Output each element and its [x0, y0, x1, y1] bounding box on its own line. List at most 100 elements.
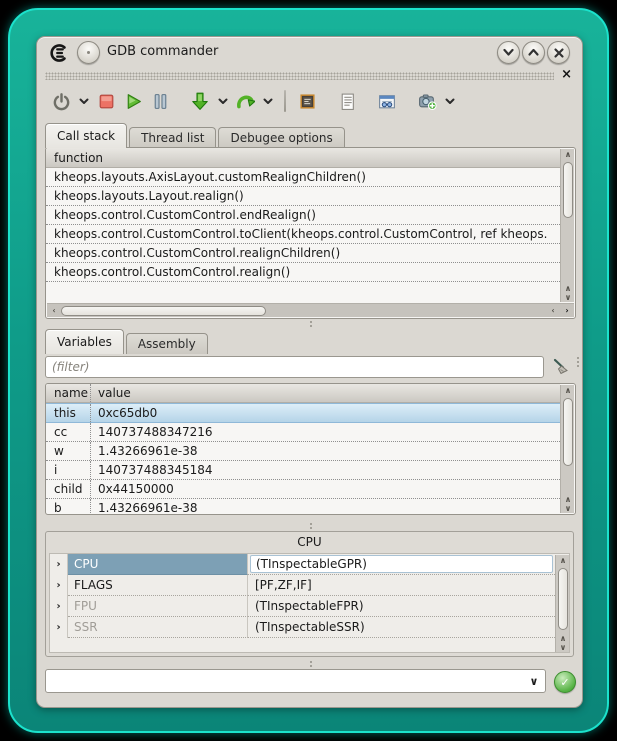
callstack-row[interactable]: kheops.control.CustomControl.toClient(kh… — [46, 225, 560, 244]
scrollbar-thumb[interactable] — [563, 162, 573, 218]
chevron-down-icon — [218, 98, 228, 105]
variable-row[interactable]: this 0xc65db0 — [46, 403, 560, 423]
titlebar[interactable]: GDB commander — [37, 37, 582, 67]
close-window-button[interactable] — [547, 41, 570, 64]
variable-row[interactable]: b 1.43266961e-38 — [46, 499, 560, 515]
variable-row[interactable]: child 0x44150000 — [46, 480, 560, 499]
step-over-button[interactable] — [233, 88, 257, 114]
watch-view-button[interactable] — [375, 88, 399, 114]
register-group-value: (TInspectableSSR) — [248, 617, 555, 638]
run-button[interactable] — [121, 88, 145, 114]
dock-close-icon[interactable]: × — [561, 67, 572, 82]
register-group-value: [PF,ZF,IF] — [248, 575, 555, 596]
camera-plus-icon — [417, 91, 437, 111]
scrollbar-thumb[interactable] — [563, 398, 573, 466]
callstack-column-header[interactable]: function — [46, 148, 560, 168]
cpu-tree-row[interactable]: › FPU (TInspectableFPR) — [50, 596, 569, 617]
chevron-down-icon — [445, 98, 455, 105]
step-over-arrow-icon — [235, 91, 255, 111]
scrollbar-thumb[interactable] — [61, 306, 266, 316]
clear-filter-button[interactable] — [549, 355, 573, 379]
value-editor[interactable]: (TInspectableGPR) — [250, 555, 553, 573]
expander-icon[interactable]: › — [50, 596, 68, 617]
variable-row[interactable]: w 1.43266961e-38 — [46, 442, 560, 461]
gdb-command-input[interactable] — [46, 674, 523, 688]
snapshot-button[interactable] — [415, 88, 439, 114]
scroll-left-icon[interactable]: ‹ — [47, 305, 61, 317]
play-icon — [124, 92, 143, 111]
scroll-up-icon[interactable]: ∧ — [561, 495, 575, 504]
cpu-tree-row[interactable]: › SSR (TInspectableSSR) — [50, 617, 569, 638]
debug-toolbar — [49, 85, 457, 117]
cpu-inspector-group: CPU › CPU (TInspectableGPR) › FLAGS [PF,… — [45, 531, 574, 657]
power-menu-button[interactable] — [76, 88, 91, 114]
callstack-vertical-scrollbar[interactable]: ∧ ∧ ∨ — [560, 149, 574, 302]
splitter-grip[interactable] — [310, 321, 312, 327]
chevron-down-icon — [79, 98, 89, 105]
power-button[interactable] — [49, 88, 73, 114]
variable-row[interactable]: i 140737488345184 — [46, 461, 560, 480]
cpu-tree-row[interactable]: › FLAGS [PF,ZF,IF] — [50, 575, 569, 596]
cpu-chip-icon — [298, 92, 317, 111]
gdb-commander-window: GDB commander × — [36, 36, 583, 708]
callstack-row[interactable]: kheops.layouts.AxisLayout.customRealignC… — [46, 168, 560, 187]
callstack-row[interactable]: kheops.control.CustomControl.endRealign(… — [46, 206, 560, 225]
variable-name: w — [46, 442, 90, 460]
tab-thread-list[interactable]: Thread list — [129, 127, 216, 148]
dock-drag-strip[interactable] — [45, 72, 554, 80]
scroll-left-icon[interactable]: ‹ — [546, 305, 560, 317]
cpu-view-button[interactable] — [295, 88, 319, 114]
splitter-grip[interactable] — [310, 661, 312, 667]
stop-icon — [97, 92, 116, 111]
callstack-row[interactable]: kheops.control.CustomControl.realignChil… — [46, 244, 560, 263]
variables-vertical-scrollbar[interactable]: ∧ ∧ ∨ — [560, 385, 574, 513]
scrollbar-thumb[interactable] — [558, 568, 568, 630]
splitter-grip[interactable] — [310, 523, 312, 529]
tab-debugee-options[interactable]: Debugee options — [218, 127, 344, 148]
scroll-right-icon[interactable]: › — [560, 305, 574, 317]
tab-call-stack[interactable]: Call stack — [45, 123, 127, 148]
splitter-grip[interactable] — [577, 357, 579, 367]
stop-button[interactable] — [94, 88, 118, 114]
callstack-row[interactable]: kheops.control.CustomControl.realign() — [46, 263, 560, 282]
variable-value: 0x44150000 — [90, 480, 560, 498]
name-column-header[interactable]: name — [46, 384, 90, 402]
expander-icon[interactable]: › — [50, 617, 68, 638]
filter-input[interactable] — [45, 356, 544, 378]
snapshot-menu-button[interactable] — [442, 88, 457, 114]
scroll-up-icon[interactable]: ∧ — [556, 555, 570, 567]
tab-variables[interactable]: Variables — [45, 329, 124, 354]
step-over-menu-button[interactable] — [260, 88, 275, 114]
variables-column-header[interactable]: name value — [46, 384, 560, 403]
variables-panel: name value this 0xc65db0 cc 140737488347… — [45, 383, 576, 515]
restore-button[interactable] — [522, 41, 545, 64]
tab-assembly[interactable]: Assembly — [126, 333, 208, 354]
register-group-value: (TInspectableFPR) — [248, 596, 555, 617]
step-menu-button[interactable] — [215, 88, 230, 114]
shade-button[interactable] — [497, 41, 520, 64]
send-command-button[interactable]: ✓ — [554, 671, 576, 693]
scroll-up-icon[interactable]: ∧ — [561, 149, 575, 161]
variable-row[interactable]: cc 140737488347216 — [46, 423, 560, 442]
callstack-horizontal-scrollbar[interactable]: ‹ ‹ › — [47, 303, 574, 317]
gdb-command-combobox[interactable]: ∨ — [45, 669, 546, 693]
scroll-down-icon[interactable]: ∨ — [561, 293, 575, 302]
variables-tabbar: Variables Assembly — [45, 329, 210, 354]
scroll-up-icon[interactable]: ∧ — [561, 284, 575, 293]
scroll-up-icon[interactable]: ∧ — [556, 634, 570, 643]
scroll-down-icon[interactable]: ∨ — [556, 643, 570, 652]
expander-icon[interactable]: › — [50, 554, 68, 575]
document-list-icon — [338, 92, 357, 111]
expander-icon[interactable]: › — [50, 575, 68, 596]
callstack-row[interactable]: kheops.layouts.Layout.realign() — [46, 187, 560, 206]
window-menu-button[interactable] — [77, 41, 100, 64]
output-view-button[interactable] — [335, 88, 359, 114]
value-column-header[interactable]: value — [90, 384, 560, 402]
cpu-tree-row[interactable]: › CPU (TInspectableGPR) — [50, 554, 569, 575]
combobox-dropdown-icon[interactable]: ∨ — [523, 675, 545, 688]
cpu-vertical-scrollbar[interactable]: ∧ ∧ ∨ — [555, 555, 569, 652]
scroll-up-icon[interactable]: ∧ — [561, 385, 575, 397]
step-button[interactable] — [188, 88, 212, 114]
scroll-down-icon[interactable]: ∨ — [561, 504, 575, 513]
pause-button[interactable] — [148, 88, 172, 114]
